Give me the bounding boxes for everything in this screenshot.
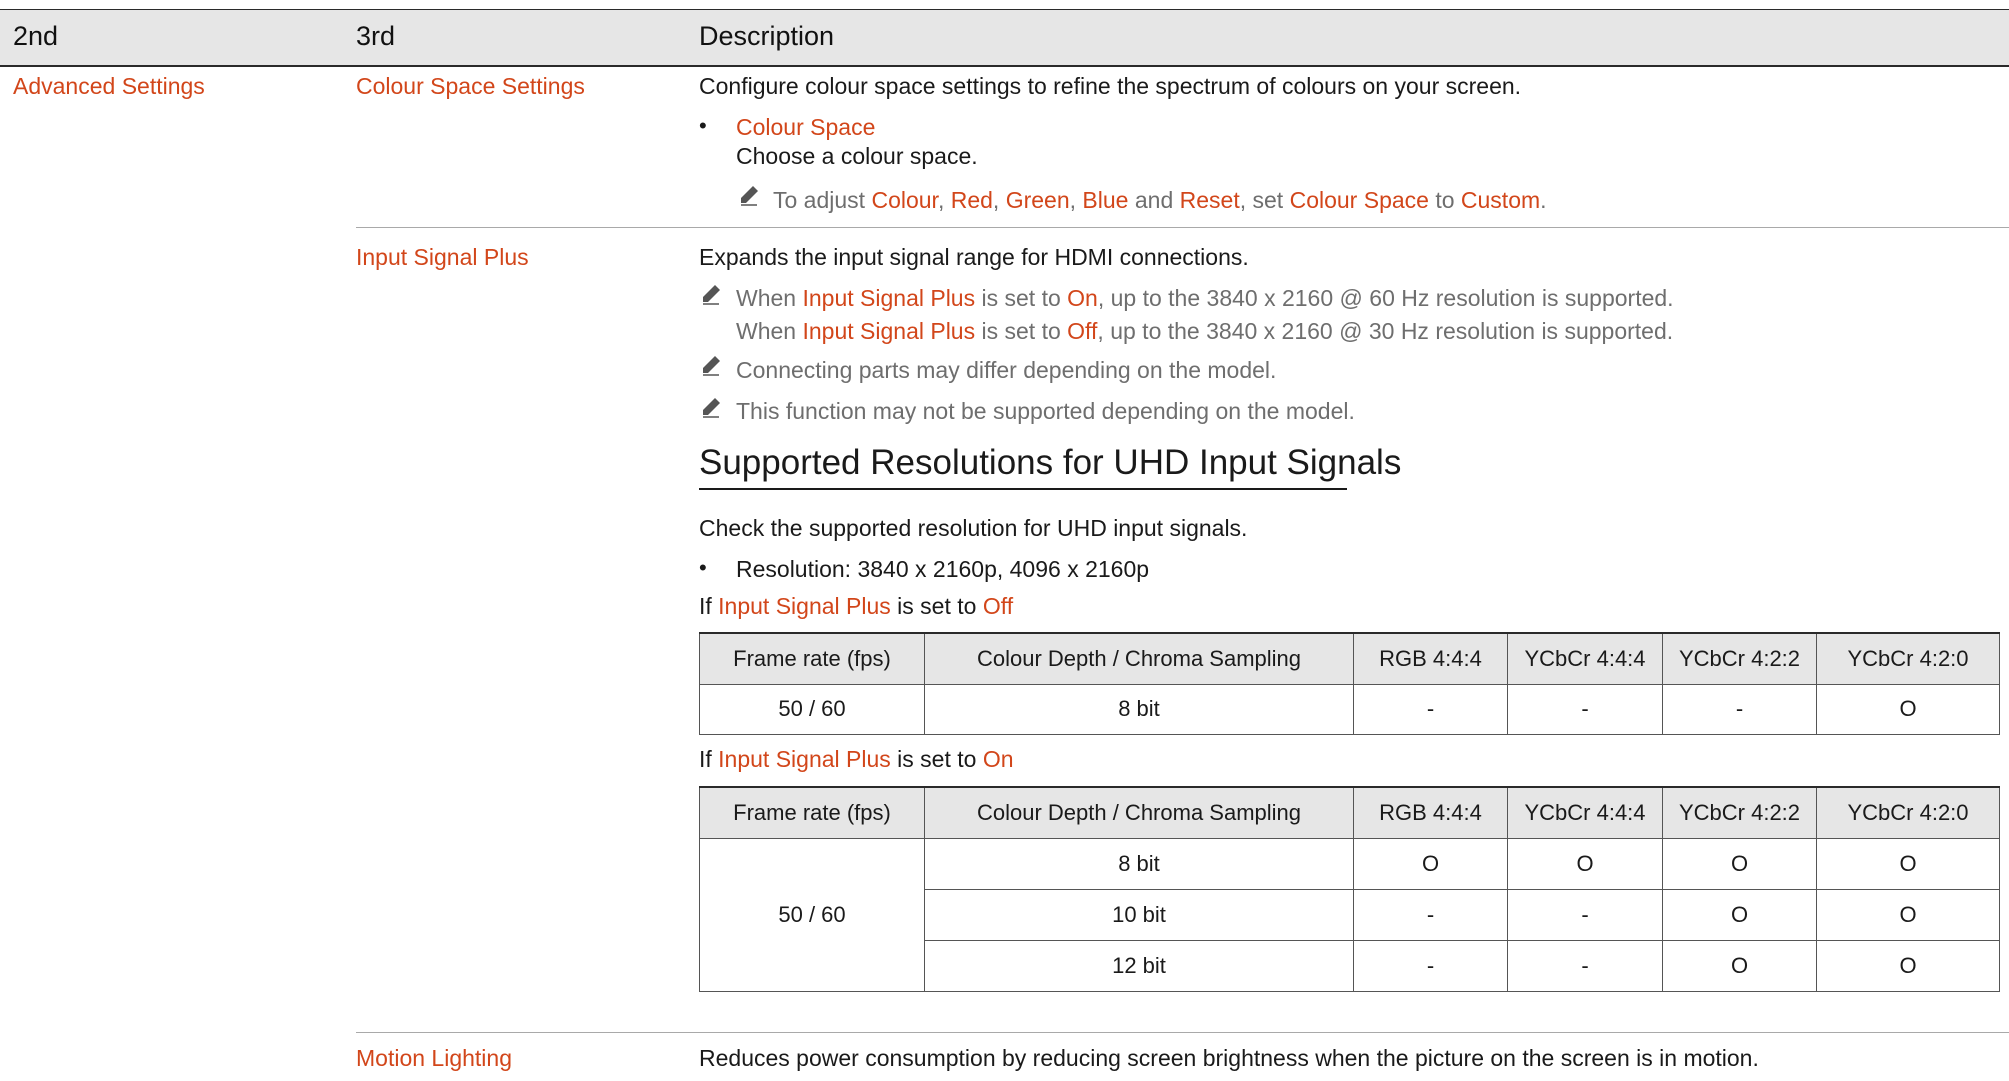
table-cell: O (1662, 939, 1817, 992)
table-header (0, 9, 2009, 66)
column-header: Colour Depth / Chroma Sampling (924, 786, 1354, 839)
pencil-icon (741, 186, 758, 206)
column-header: YCbCr 4:4:4 (1507, 786, 1663, 839)
off-table-caption: If Input Signal Plus is set to Off (699, 593, 1014, 619)
column-header: Frame rate (fps) (699, 786, 925, 839)
menu-item-input-signal-plus[interactable]: Input Signal Plus (356, 242, 529, 272)
menu-item-motion-lighting[interactable]: Motion Lighting (356, 1043, 512, 1073)
table-cell: - (1353, 888, 1508, 941)
table-row: 50 / 60 8 bit - - - O (699, 683, 2000, 735)
pencil-icon (703, 398, 720, 418)
colour-space-note: To adjust Colour, Red, Green, Blue and R… (773, 187, 1547, 213)
table-cell: - (1353, 939, 1508, 992)
pencil-icon (703, 356, 720, 376)
uhd-section-heading: Supported Resolutions for UHD Input Sign… (699, 443, 1402, 482)
column-header: YCbCr 4:2:0 (1816, 632, 2000, 685)
table-cell: - (1507, 939, 1663, 992)
colour-space-settings-description: Configure colour space settings to refin… (699, 73, 1522, 99)
header-divider (0, 65, 2009, 67)
header-description: Description (699, 21, 835, 51)
table-cell: O (1353, 837, 1508, 890)
column-header: YCbCr 4:2:2 (1662, 632, 1817, 685)
uhd-table-on: Frame rate (fps) Colour Depth / Chroma S… (699, 786, 2000, 992)
bullet-dot: • (699, 555, 707, 580)
colour-space-option-text: Choose a colour space. (736, 143, 978, 169)
table-cell: 12 bit (924, 939, 1354, 992)
colour-space-option[interactable]: Colour Space (736, 112, 875, 142)
menu-item-advanced-settings[interactable]: Advanced Settings (13, 71, 205, 101)
table-cell: O (1507, 837, 1663, 890)
table-cell: O (1816, 837, 2000, 890)
uhd-table-off: Frame rate (fps) Colour Depth / Chroma S… (699, 632, 2000, 735)
pencil-icon (703, 285, 720, 305)
table-row: 50 / 60 8 bit O O O O (699, 837, 2000, 992)
motion-lighting-description: Reduces power consumption by reducing sc… (699, 1045, 1759, 1071)
table-cell: 8 bit (924, 683, 1354, 735)
column-header: YCbCr 4:2:2 (1662, 786, 1817, 839)
row-divider (356, 1032, 2009, 1033)
table-cell: 50 / 60 (699, 683, 925, 735)
column-header: YCbCr 4:2:0 (1816, 786, 2000, 839)
column-header: YCbCr 4:4:4 (1507, 632, 1663, 685)
uhd-intro: Check the supported resolution for UHD i… (699, 515, 1248, 541)
column-header: Frame rate (fps) (699, 632, 925, 685)
column-header: RGB 4:4:4 (1353, 786, 1508, 839)
input-signal-plus-note-30hz: When Input Signal Plus is set to Off, up… (736, 318, 1674, 344)
heading-underline (699, 488, 1347, 490)
column-header: RGB 4:4:4 (1353, 632, 1508, 685)
model-support-note: This function may not be supported depen… (736, 398, 1355, 424)
table-cell: - (1507, 683, 1663, 735)
bullet-dot: • (699, 113, 707, 138)
input-signal-plus-note-60hz: When Input Signal Plus is set to On, up … (736, 285, 1674, 311)
table-cell: 8 bit (924, 837, 1354, 890)
table-cell: 10 bit (924, 888, 1354, 941)
row-divider (356, 227, 2009, 228)
header-2nd: 2nd (13, 21, 59, 51)
table-cell: O (1816, 888, 2000, 941)
table-cell: - (1662, 683, 1817, 735)
table-cell: O (1662, 837, 1817, 890)
table-cell: - (1353, 683, 1508, 735)
resolution-text: Resolution: 3840 x 2160p, 4096 x 2160p (736, 556, 1150, 582)
column-header: Colour Depth / Chroma Sampling (924, 632, 1354, 685)
input-signal-plus-description: Expands the input signal range for HDMI … (699, 244, 1249, 270)
table-cell: O (1816, 683, 2000, 735)
on-table-caption: If Input Signal Plus is set to On (699, 746, 1014, 772)
table-cell: O (1816, 939, 2000, 992)
table-cell: - (1507, 888, 1663, 941)
table-cell: O (1662, 888, 1817, 941)
menu-item-colour-space-settings[interactable]: Colour Space Settings (356, 71, 585, 101)
table-cell: 50 / 60 (699, 837, 925, 992)
header-3rd: 3rd (356, 21, 396, 51)
connecting-parts-note: Connecting parts may differ depending on… (736, 357, 1277, 383)
